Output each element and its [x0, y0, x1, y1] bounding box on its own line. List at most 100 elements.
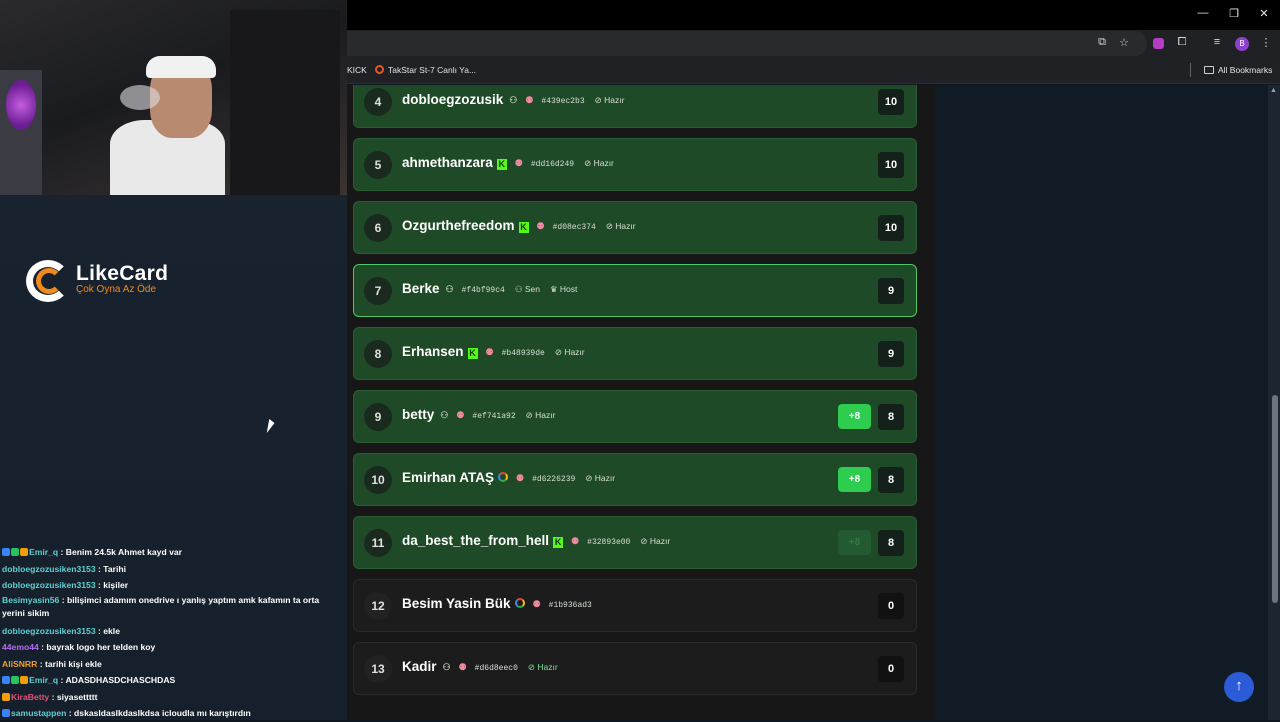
host-tag: ♛ Host	[550, 284, 577, 295]
webcam-smoke	[120, 85, 160, 110]
user-icon: ⚇	[514, 284, 525, 294]
chat-badge-icon	[11, 676, 19, 684]
bookmark-kick[interactable]: KICK	[347, 65, 367, 75]
chat-text: : siyasettttt	[49, 691, 98, 702]
player-row[interactable]: 7 Berke ⚇ #f4bf99c4 ⚇ Sen ♛ Host 9	[353, 264, 917, 317]
scroll-to-top-button[interactable]: ↑	[1224, 672, 1254, 702]
add-friend-icon[interactable]: ⚉	[486, 347, 494, 358]
player-row[interactable]: 11 da_best_the_from_hell K ⚉ #32893e00 ⊘ Hazı…	[353, 516, 917, 569]
player-name: betty	[402, 407, 435, 422]
chat-username: Emir_q	[29, 675, 59, 685]
check-circle-icon: ⊘	[585, 473, 595, 483]
player-name: dobloegzozusik	[402, 92, 504, 107]
player-row[interactable]: 13 Kadir ⚇ ⚉ #d6d8eec0 ⊘ Hazır 0	[353, 642, 917, 695]
stream-overlay: LikeCard Çok Oyna Az Öde Emir_q : Benim …	[0, 0, 347, 720]
ready-status: ⊘ Hazır	[555, 347, 585, 358]
add-friend-icon[interactable]: ⚉	[525, 95, 533, 106]
chat-username: AliSNRR	[2, 658, 38, 669]
player-score: 9	[878, 341, 904, 367]
chat-message: 44emo44 : bayrak logo her telden koy	[2, 639, 342, 656]
add-friend-icon[interactable]: ⚉	[459, 662, 467, 673]
logo-subtitle: Çok Oyna Az Öde	[76, 284, 157, 295]
kick-icon: K	[496, 159, 507, 170]
all-bookmarks-button[interactable]: All Bookmarks	[1204, 65, 1272, 75]
player-row[interactable]: 5 ahmethanzara K ⚉ #dd16d249 ⊘ Hazır 10	[353, 138, 917, 191]
player-score: 8	[878, 530, 904, 556]
player-name: Ozgurthefreedom	[402, 218, 515, 233]
media-controls-icon[interactable]: ≡	[1210, 36, 1224, 48]
you-tag: ⚇ Sen	[515, 284, 540, 295]
chat-username: dobloegzozusiken3153	[2, 580, 96, 590]
chat-message: Besimyasin56 : bilişimci adamım onedrive…	[2, 594, 342, 620]
player-row[interactable]: 10 Emirhan ATAŞ ⚉ #d6226239 ⊘ Hazır +8 8	[353, 453, 917, 506]
address-bar[interactable]	[347, 31, 1147, 56]
scroll-up-icon[interactable]: ▲	[1270, 87, 1277, 94]
ready-status: ⊘ Hazır	[606, 221, 636, 232]
mouse-cursor-icon	[266, 419, 276, 433]
check-circle-icon: ⊘	[527, 662, 538, 672]
chat-username: 44emo44	[2, 642, 39, 652]
ready-status: ⊘ Hazır	[595, 95, 625, 106]
host-label: Host	[559, 284, 578, 294]
chat-message: AliSNRR : tarihi kişi ekle	[2, 656, 342, 673]
chat-badge-icon	[2, 692, 10, 701]
bonus-badge: +8	[838, 530, 871, 555]
player-hash: #32893e00	[587, 538, 631, 547]
add-friend-icon[interactable]: ⚉	[571, 536, 579, 547]
check-circle-icon: ⊘	[525, 410, 536, 420]
player-rank: 12	[364, 592, 392, 620]
add-friend-icon[interactable]: ⚉	[456, 410, 464, 421]
player-row[interactable]: 8 Erhansen K ⚉ #b48939de ⊘ Hazır 9	[353, 327, 917, 380]
player-name: Kadir	[402, 659, 437, 674]
bookmark-takstar[interactable]: TakStar St-7 Canlı Ya...	[375, 65, 476, 75]
ready-status: ⊘ Hazır	[585, 473, 615, 484]
add-friend-icon[interactable]: ⚉	[533, 599, 541, 610]
player-info: da_best_the_from_hell K ⚉ #32893e00 ⊘ Hazır	[402, 533, 670, 548]
chat-message: KiraBetty : siyasettttt	[2, 689, 342, 706]
folder-icon	[1204, 66, 1214, 74]
restore-button[interactable]: ❐	[1226, 7, 1242, 20]
close-button[interactable]: ✕	[1256, 7, 1272, 20]
chat-message: Emir_q : Benim 24.5k Ahmet kayd var	[2, 544, 342, 561]
kick-icon: K	[467, 348, 478, 359]
menu-dots-icon[interactable]: ⋮	[1259, 36, 1273, 49]
status-label: Hazır	[537, 662, 558, 672]
user-icon: ⚇	[442, 662, 451, 672]
install-app-icon[interactable]: ⧉	[1095, 36, 1109, 49]
chat-message: dobloegzozusiken3153 : kişiler	[2, 577, 342, 594]
chat-message: dobloegzozusiken3153 : ekle	[2, 623, 342, 640]
webcam-background	[230, 10, 340, 195]
window-titlebar: — ❐ ✕	[347, 0, 1280, 30]
takstar-favicon-icon	[375, 65, 384, 74]
player-row[interactable]: 12 Besim Yasin Bük ⚉ #1b936ad3 0	[353, 579, 917, 632]
bookmarks-bar: KICK TakStar St-7 Canlı Ya... All Bookma…	[347, 58, 1280, 84]
add-friend-icon[interactable]: ⚉	[516, 473, 524, 484]
extension-app-icon[interactable]	[1153, 38, 1164, 49]
scrollbar-thumb[interactable]	[1272, 395, 1278, 603]
player-rank: 9	[364, 403, 392, 431]
add-friend-icon[interactable]: ⚉	[537, 221, 545, 232]
player-hash: #d08ec374	[552, 223, 596, 232]
add-friend-icon[interactable]: ⚉	[515, 158, 523, 169]
player-score: 8	[878, 467, 904, 493]
player-info: betty ⚇ ⚉ #ef741a92 ⊘ Hazır	[402, 407, 555, 422]
player-info: Kadir ⚇ ⚉ #d6d8eec0 ⊘ Hazır	[402, 659, 558, 674]
player-name: Berke	[402, 281, 440, 296]
chat-message: samustappen : dskasldaslkdaslkdsa icloud…	[2, 705, 342, 722]
bookmark-label: TakStar St-7 Canlı Ya...	[388, 65, 477, 75]
chat-username: samustappen	[11, 708, 67, 718]
bookmark-star-icon[interactable]: ☆	[1117, 36, 1131, 49]
bookmarks-divider	[1190, 63, 1191, 77]
google-icon	[514, 598, 525, 608]
chat-badge-icon	[11, 548, 19, 556]
profile-avatar[interactable]: B	[1235, 37, 1249, 51]
player-rank: 11	[364, 529, 392, 557]
player-row[interactable]: 9 betty ⚇ ⚉ #ef741a92 ⊘ Hazır +8 8	[353, 390, 917, 443]
extensions-puzzle-icon[interactable]: ⧠	[1175, 36, 1189, 49]
player-row[interactable]: 6 Ozgurthefreedom K ⚉ #d08ec374 ⊘ Hazır 10	[353, 201, 917, 254]
player-name: Emirhan ATAŞ	[402, 470, 495, 485]
player-row[interactable]: 4 dobloegzozusik ⚇ ⚉ #439ec2b3 ⊘ Hazır 10	[353, 85, 917, 128]
minimize-button[interactable]: —	[1195, 7, 1211, 19]
status-label: Hazır	[535, 410, 556, 420]
chat-username: Besimyasin56	[2, 594, 60, 605]
